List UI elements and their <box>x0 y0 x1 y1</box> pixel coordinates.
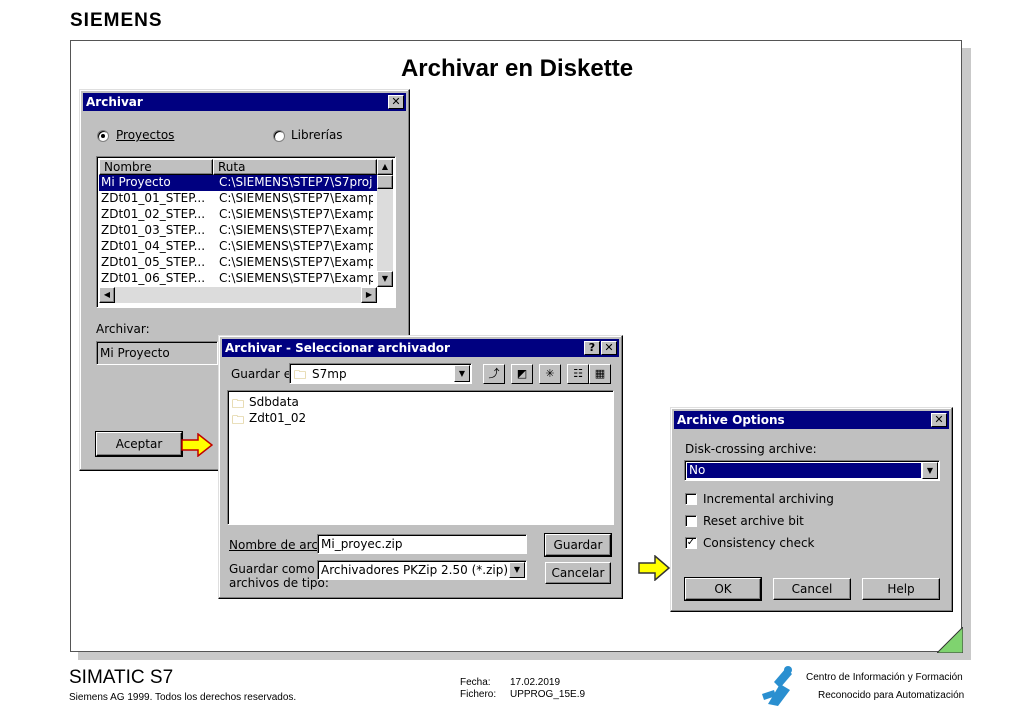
accept-button[interactable]: Aceptar <box>95 431 183 457</box>
filename-value: Mi_proyec.zip <box>321 537 403 551</box>
save-button[interactable]: Guardar <box>544 533 612 557</box>
training-center-logo-icon <box>762 666 792 706</box>
radio-projects-label: Proyectos <box>116 128 175 142</box>
type-label-line1: Guardar como <box>229 562 315 576</box>
consistency-label: Consistency check <box>703 536 815 550</box>
incremental-checkbox[interactable] <box>685 493 697 505</box>
list-item[interactable]: ZDt01_01_STEP... C:\SIEMENS\STEP7\Examp <box>99 191 377 207</box>
filename-input[interactable]: Mi_proyec.zip <box>317 534 527 554</box>
close-button[interactable]: ✕ <box>931 413 947 427</box>
horizontal-scrollbar[interactable]: ◀ ▶ <box>99 287 377 303</box>
col-header-name[interactable]: Nombre <box>99 159 213 175</box>
archivar-titlebar: Archivar ✕ <box>83 93 406 111</box>
center-line1: Centro de Información y Formación <box>806 672 963 683</box>
file-value: UPPROG_15E.9 <box>510 689 586 700</box>
type-label-line2: archivos de tipo: <box>229 576 329 590</box>
save-in-dropdown[interactable]: 🗀 S7mp ▼ <box>289 363 472 384</box>
file-type-dropdown[interactable]: Archivadores PKZip 2.50 (*.zip) ▼ <box>317 560 527 580</box>
product-name: SIMATIC S7 <box>69 667 174 688</box>
chevron-down-icon[interactable]: ▼ <box>509 562 525 578</box>
select-titlebar: Archivar - Seleccionar archivador ? ✕ <box>222 339 619 357</box>
disk-crossing-label: Disk-crossing archive: <box>685 442 817 456</box>
list-item[interactable]: Mi Proyecto C:\SIEMENS\STEP7\S7proj <box>99 175 377 191</box>
slide-title: Archivar en Diskette <box>400 55 634 82</box>
radio-libraries[interactable] <box>273 130 285 142</box>
archive-value: Mi Proyecto <box>100 346 170 360</box>
scroll-left-arrow-icon[interactable]: ◀ <box>99 287 115 303</box>
archive-label: Archivar: <box>96 322 150 336</box>
select-title: Archivar - Seleccionar archivador <box>225 341 450 355</box>
page-corner-icon <box>937 627 963 653</box>
list-item[interactable]: ZDt01_04_STEP... C:\SIEMENS\STEP7\Examp <box>99 239 377 255</box>
list-rows: Mi Proyecto C:\SIEMENS\STEP7\S7proj ZDt01… <box>99 175 377 287</box>
up-folder-icon[interactable]: ⤴ <box>483 364 505 384</box>
archivar-title: Archivar <box>86 95 143 109</box>
help-button[interactable]: Help <box>862 578 940 600</box>
reset-bit-checkbox[interactable] <box>685 515 697 527</box>
disk-crossing-dropdown[interactable]: No ▼ <box>684 460 940 481</box>
file-type-value: Archivadores PKZip 2.50 (*.zip) <box>321 563 509 577</box>
details-view-icon[interactable]: ▦ <box>589 364 611 384</box>
radio-projects[interactable] <box>97 130 109 142</box>
file-item[interactable]: Zdt01_02 <box>249 411 306 425</box>
chevron-down-icon[interactable]: ▼ <box>454 365 470 382</box>
vertical-scrollbar[interactable]: ▲ ▼ <box>377 159 393 287</box>
list-item[interactable]: ZDt01_06_STEP... C:\SIEMENS\STEP7\Examp <box>99 271 377 287</box>
options-title: Archive Options <box>677 413 785 427</box>
consistency-checkbox[interactable]: ✓ <box>685 537 697 549</box>
col-header-path[interactable]: Ruta <box>213 159 377 175</box>
list-item[interactable]: ZDt01_03_STEP... C:\SIEMENS\STEP7\Examp <box>99 223 377 239</box>
reset-bit-label: Reset archive bit <box>703 514 804 528</box>
file-item[interactable]: Sdbdata <box>249 395 299 409</box>
archive-field[interactable]: Mi Proyecto <box>96 341 218 365</box>
siemens-logo: SIEMENS <box>70 10 163 31</box>
select-toolbar: ⤴ ◩ ✳ ☷ ▦ <box>481 362 611 386</box>
options-titlebar: Archive Options ✕ <box>674 411 949 429</box>
save-in-value: S7mp <box>312 367 347 381</box>
list-item[interactable]: ZDt01_05_STEP... C:\SIEMENS\STEP7\Examp <box>99 255 377 271</box>
scroll-thumb[interactable] <box>377 175 393 189</box>
list-item[interactable]: ZDt01_02_STEP... C:\SIEMENS\STEP7\Examp <box>99 207 377 223</box>
disk-crossing-value: No <box>687 463 921 478</box>
date-label: Fecha: <box>460 677 491 688</box>
date-value: 17.02.2019 <box>510 677 561 688</box>
scroll-up-arrow-icon[interactable]: ▲ <box>377 159 393 175</box>
cancel-button[interactable]: Cancelar <box>545 562 611 584</box>
desktop-icon[interactable]: ◩ <box>511 364 533 384</box>
cancel-button[interactable]: Cancel <box>773 578 851 600</box>
arrow-right-icon <box>638 555 670 581</box>
incremental-label: Incremental archiving <box>703 492 834 506</box>
folder-icon: 🗀 <box>232 413 245 427</box>
scroll-right-arrow-icon[interactable]: ▶ <box>361 287 377 303</box>
select-archive-dialog: Archivar - Seleccionar archivador ? ✕ Gu… <box>218 335 623 599</box>
close-button[interactable]: ✕ <box>601 341 617 355</box>
center-line2: Reconocido para Automatización <box>818 690 965 701</box>
ok-button[interactable]: OK <box>684 577 762 601</box>
help-button[interactable]: ? <box>584 341 600 355</box>
scroll-down-arrow-icon[interactable]: ▼ <box>377 271 393 287</box>
radio-libraries-label: Librerías <box>291 128 343 142</box>
folder-icon: 🗀 <box>294 368 307 382</box>
file-browser[interactable]: 🗀 Sdbdata 🗀 Zdt01_02 <box>227 390 614 525</box>
new-folder-icon[interactable]: ✳ <box>539 364 561 384</box>
archive-options-dialog: Archive Options ✕ Disk-crossing archive:… <box>670 407 953 612</box>
chevron-down-icon[interactable]: ▼ <box>922 462 938 479</box>
file-label: Fichero: <box>460 689 497 700</box>
close-button[interactable]: ✕ <box>388 95 404 109</box>
arrow-right-icon <box>181 433 213 457</box>
project-list[interactable]: Nombre Ruta Mi Proyecto C:\SIEMENS\STEP7\… <box>96 156 396 308</box>
list-view-icon[interactable]: ☷ <box>567 364 589 384</box>
copyright: Siemens AG 1999. Todos los derechos rese… <box>69 692 297 703</box>
